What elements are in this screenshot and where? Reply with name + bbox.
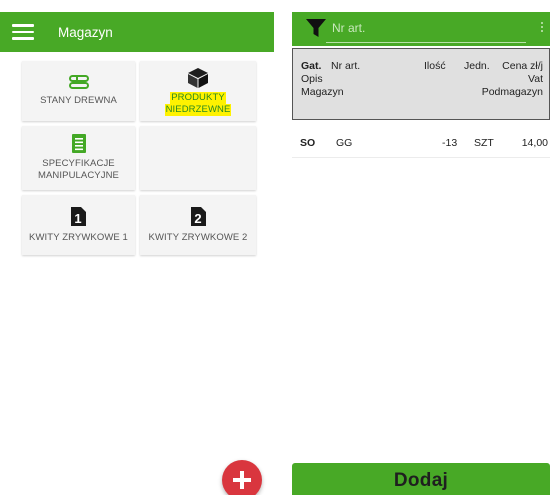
tile-empty — [140, 126, 256, 190]
add-fab-button[interactable] — [222, 460, 262, 495]
header-opis: Opis — [301, 72, 323, 85]
row-nr-art: GG — [336, 137, 353, 149]
header-gat: Gat. — [301, 59, 322, 72]
header-row-2: Opis Vat — [301, 72, 543, 85]
row-jedn: SZT — [474, 137, 494, 149]
tile-label-line2: MANIPULACYJNE — [37, 170, 119, 181]
tile-label: KWITY ZRYWKOWE 1 — [29, 231, 128, 243]
document-list-icon — [71, 134, 86, 153]
app-bar: Magazyn — [0, 12, 274, 52]
hamburger-menu-icon[interactable] — [12, 24, 34, 40]
app-bar-title: Magazyn — [58, 24, 113, 40]
header-vat: Vat — [528, 72, 543, 85]
svg-text:1: 1 — [74, 211, 81, 226]
tile-label: KWITY ZRYWKOWE 2 — [148, 231, 248, 243]
header-cena: Cena zł/j — [502, 59, 543, 72]
dodaj-button[interactable]: Dodaj — [292, 463, 550, 495]
tile-label-line1: SPECYFIKACJE — [42, 158, 115, 169]
header-ilosc: Ilość — [424, 59, 446, 72]
header-jedn: Jedn. — [464, 59, 490, 72]
tile-label-line1: PRODUKTY — [170, 91, 226, 104]
filter-icon[interactable] — [306, 18, 326, 38]
magazyn-screen: Magazyn STANY DREWNA PRODUKTY NIEDRZEWNE — [0, 0, 274, 495]
article-list-screen: Gat. Nr art. Ilość Jedn. Cena zł/j Opis … — [292, 0, 550, 495]
row-cena: 14,00 — [521, 137, 548, 149]
tile-stany-drewna[interactable]: STANY DREWNA — [22, 61, 135, 121]
tile-specyfikacje-manipulacyjne[interactable]: SPECYFIKACJE MANIPULACYJNE — [22, 126, 135, 190]
more-vertical-icon[interactable] — [541, 22, 544, 36]
header-row-1: Gat. Nr art. Ilość Jedn. Cena zł/j — [301, 59, 543, 72]
header-row-3: Magazyn Podmagazyn — [301, 85, 543, 98]
box-icon — [187, 67, 209, 89]
tile-kwity-zrywkowe-1[interactable]: 1 KWITY ZRYWKOWE 1 — [22, 195, 135, 255]
tile-label: STANY DREWNA — [40, 95, 117, 106]
row-ilosc: -13 — [442, 137, 458, 149]
search-input[interactable] — [332, 17, 532, 39]
header-magazyn: Magazyn — [301, 85, 344, 98]
document-number-2-icon: 2 — [190, 206, 206, 226]
row-gat: SO — [300, 137, 316, 149]
log-stack-icon — [68, 75, 89, 89]
tile-produkty-niedrzewne[interactable]: PRODUKTY NIEDRZEWNE — [140, 61, 256, 121]
document-number-1-icon: 1 — [71, 206, 86, 226]
tile-kwity-zrywkowe-2[interactable]: 2 KWITY ZRYWKOWE 2 — [140, 195, 256, 255]
svg-text:2: 2 — [194, 211, 201, 226]
header-podmagazyn: Podmagazyn — [481, 85, 543, 98]
search-underline — [326, 42, 526, 43]
table-header: Gat. Nr art. Ilość Jedn. Cena zł/j Opis … — [292, 48, 550, 120]
tile-label-line2: NIEDRZEWNE — [164, 103, 232, 116]
header-nr-art: Nr art. — [331, 59, 361, 72]
table-row[interactable]: SO GG -13 SZT 14,00 — [292, 130, 550, 158]
app-bar — [292, 12, 550, 46]
